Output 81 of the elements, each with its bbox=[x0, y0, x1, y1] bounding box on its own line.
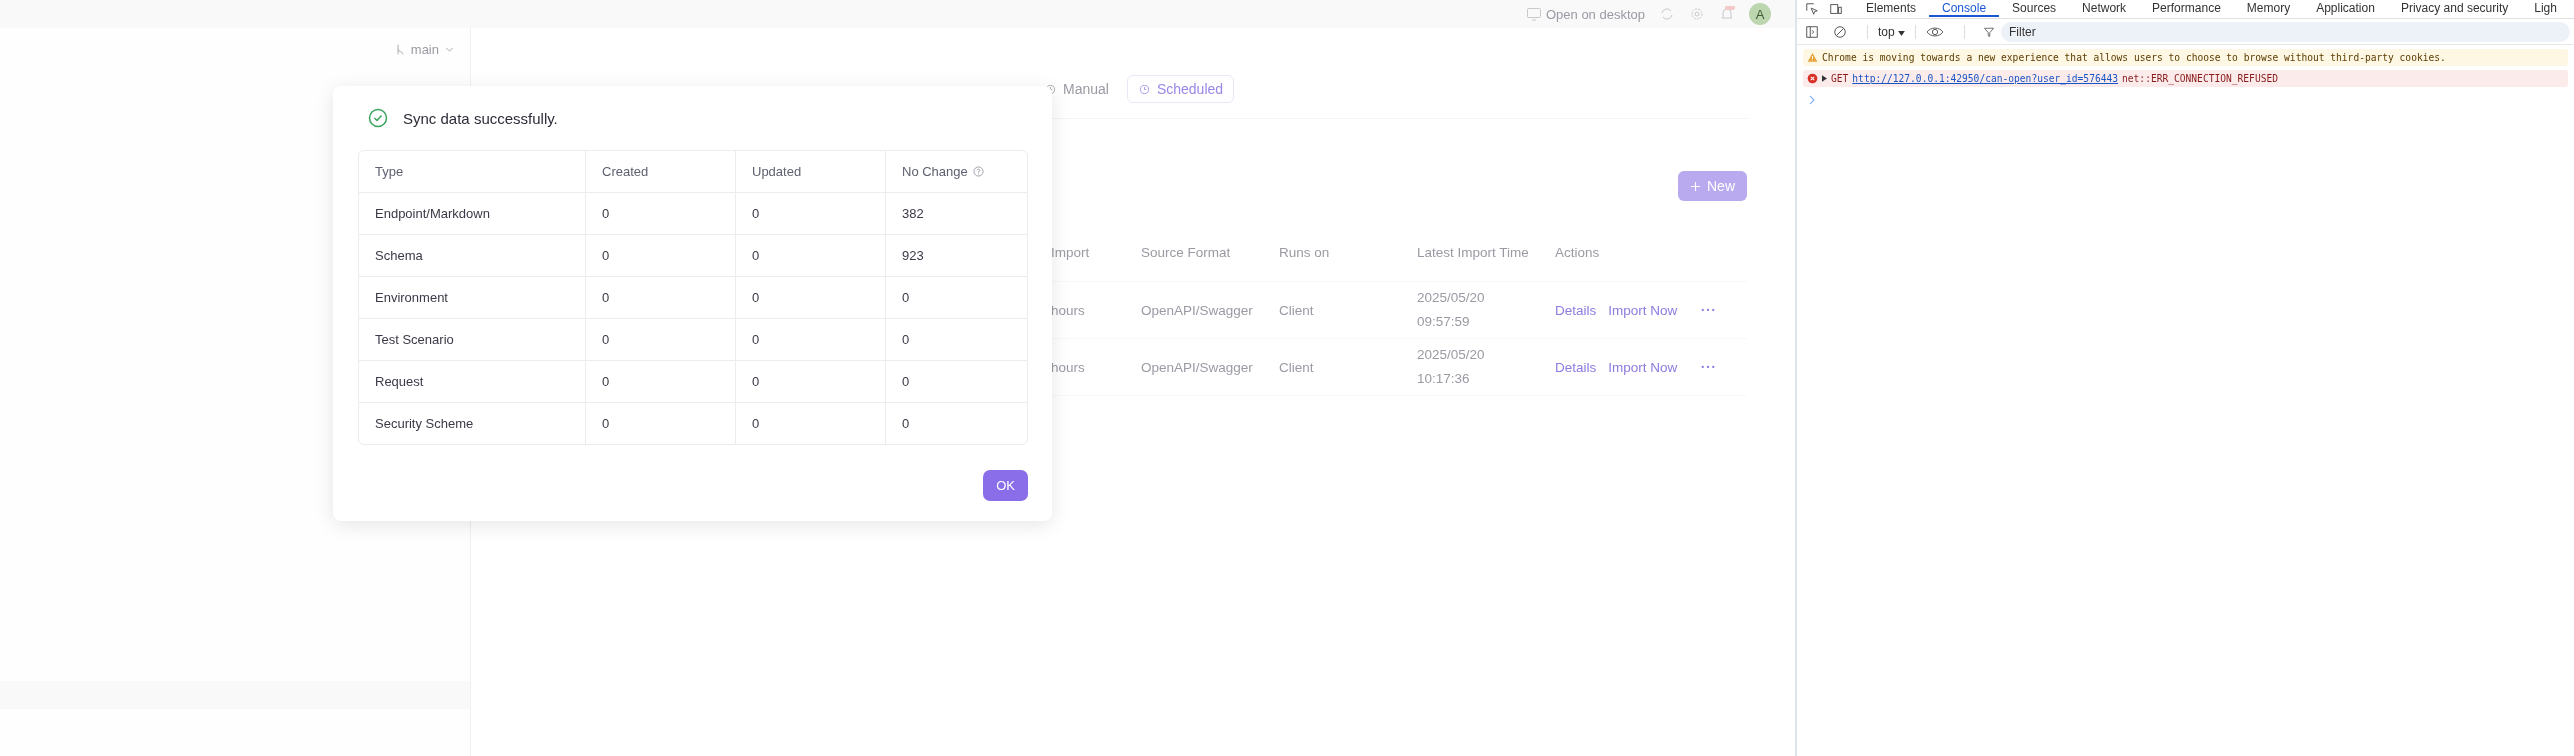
warning-icon bbox=[1807, 52, 1818, 63]
dialog-title: Sync data successfully. bbox=[403, 109, 558, 127]
devtools-tab[interactable]: Privacy and security bbox=[2387, 1, 2522, 17]
column-header: Type bbox=[375, 164, 404, 179]
action-link[interactable]: Import Now bbox=[1608, 359, 1678, 375]
column-header: Import bbox=[1051, 244, 1091, 260]
table-cell: 0 bbox=[752, 290, 760, 305]
devtools-tab[interactable]: Application bbox=[2303, 1, 2388, 17]
avatar[interactable]: A bbox=[1749, 3, 1771, 25]
column-header: No Change bbox=[902, 164, 968, 179]
table-cell-text: Client bbox=[1279, 359, 1315, 375]
table-cell: Schema bbox=[375, 248, 423, 263]
column-header: Updated bbox=[752, 164, 802, 179]
plus-icon bbox=[1690, 180, 1701, 192]
table-cell-text: hours bbox=[1051, 359, 1086, 375]
column-header: Source Format bbox=[1141, 244, 1232, 260]
action-link[interactable]: Import Now bbox=[1608, 302, 1678, 318]
tab[interactable]: Scheduled bbox=[1126, 75, 1235, 103]
request-method: GET bbox=[1831, 73, 1849, 84]
table-cell: 923 bbox=[902, 248, 924, 263]
clear-console-icon[interactable] bbox=[1833, 24, 1847, 39]
table-cell: 0 bbox=[752, 248, 760, 263]
table-cell: Request bbox=[375, 374, 424, 389]
more-icon[interactable] bbox=[1701, 308, 1716, 312]
table-cell: 0 bbox=[602, 374, 610, 389]
devtools-tab[interactable]: Elements bbox=[1853, 1, 1930, 17]
table-cell: 0 bbox=[602, 206, 610, 221]
table-cell: 0 bbox=[902, 290, 910, 305]
monitor-icon bbox=[1525, 6, 1542, 22]
inspect-icon[interactable] bbox=[1805, 2, 1819, 16]
action-link[interactable]: Details bbox=[1555, 302, 1597, 318]
action-link[interactable]: Details bbox=[1555, 359, 1597, 375]
table-cell-text: Client bbox=[1279, 302, 1315, 318]
table-cell-text: hours bbox=[1051, 302, 1086, 318]
table-cell: 0 bbox=[602, 290, 610, 305]
caret-icon bbox=[1898, 30, 1905, 36]
expand-icon[interactable] bbox=[1822, 75, 1827, 82]
table-cell: 0 bbox=[602, 248, 610, 263]
eye-icon[interactable] bbox=[1926, 24, 1944, 39]
table-cell: 0 bbox=[752, 416, 760, 431]
ok-button[interactable]: OK bbox=[983, 470, 1028, 501]
devtools-tab[interactable]: Performance bbox=[2139, 1, 2234, 17]
table-cell: Endpoint/Markdown bbox=[375, 206, 490, 221]
table-cell-text: 2025/05/20 09:57:59 bbox=[1417, 289, 1486, 331]
table-cell: 0 bbox=[752, 332, 760, 347]
table-cell: 0 bbox=[902, 374, 910, 389]
table-cell: 0 bbox=[902, 332, 910, 347]
error-message: net::ERR_CONNECTION_REFUSED bbox=[2122, 73, 2278, 84]
devtools-tab[interactable]: Console bbox=[1929, 1, 2000, 17]
devtools-tab[interactable]: Ligh bbox=[2521, 1, 2570, 17]
table-cell: Test Scenario bbox=[375, 332, 454, 347]
devtools-tab[interactable]: Sources bbox=[1999, 1, 2070, 17]
table-cell: 0 bbox=[752, 206, 760, 221]
table-cell: 382 bbox=[902, 206, 924, 221]
table-cell: 0 bbox=[752, 374, 760, 389]
prompt-icon[interactable] bbox=[1809, 95, 1815, 105]
column-header: Actions bbox=[1555, 244, 1600, 260]
request-url-link[interactable]: http://127.0.0.1:42950/can-open?user_id=576443 bbox=[1852, 73, 2119, 84]
filter-icon bbox=[1983, 25, 1995, 38]
table-cell-text: OpenAPI/Swagger bbox=[1141, 302, 1254, 318]
device-toolbar-icon[interactable] bbox=[1829, 2, 1843, 16]
devtools-tab[interactable]: Memory bbox=[2233, 1, 2304, 17]
table-cell: 0 bbox=[602, 332, 610, 347]
error-icon bbox=[1807, 73, 1818, 84]
column-header: Latest Import Time bbox=[1417, 244, 1530, 260]
table-cell: Environment bbox=[375, 290, 448, 305]
help-icon[interactable] bbox=[972, 166, 984, 177]
devtools-tab[interactable]: Network bbox=[2069, 1, 2140, 17]
more-icon[interactable] bbox=[1701, 365, 1716, 369]
column-header: Created bbox=[602, 164, 649, 179]
console-message: Chrome is moving towards a new experience that allows users to choose to browse without third-party cookies. bbox=[1822, 52, 2446, 63]
table-cell-text: OpenAPI/Swagger bbox=[1141, 359, 1254, 375]
table-cell: 0 bbox=[602, 416, 610, 431]
column-header: Runs on bbox=[1279, 244, 1331, 260]
sidebar-toggle-icon[interactable] bbox=[1805, 24, 1819, 39]
success-icon bbox=[368, 108, 388, 128]
context-dropdown[interactable]: top bbox=[1878, 24, 1905, 39]
filter-field[interactable]: Filter bbox=[2001, 21, 2570, 42]
table-cell: Security Scheme bbox=[375, 416, 474, 431]
table-cell: 0 bbox=[902, 416, 910, 431]
table-cell-text: 2025/05/20 10:17:36 bbox=[1417, 346, 1486, 388]
